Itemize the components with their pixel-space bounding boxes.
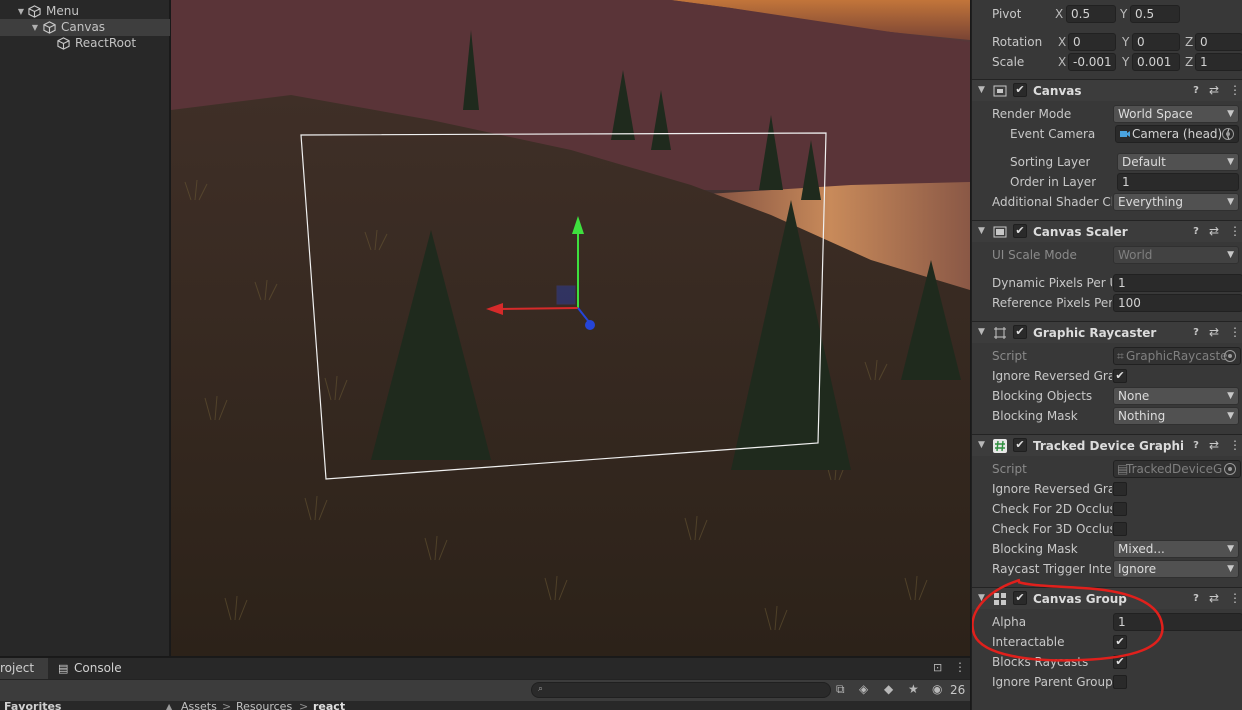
project-search-input[interactable]: ⌕ — [531, 682, 831, 698]
gameobject-cube-icon — [28, 5, 41, 18]
hidden-eye-icon[interactable]: ◉ — [932, 682, 942, 696]
collapse-arrow-icon[interactable]: ▲ — [166, 701, 172, 710]
hierarchy-item-label: ReactRoot — [75, 36, 137, 50]
more-menu-icon[interactable]: ⋮ — [954, 660, 966, 674]
bottom-panel: roject ▤ Console ⊡ ⋮ ⌕ ⧉ ◈ ◆ ★ ◉ 26 Favo… — [0, 657, 970, 710]
tab-console[interactable]: ▤ Console — [52, 658, 132, 679]
tab-project-label: roject — [0, 661, 35, 675]
inspector-panel: Pivot X 0.5 Y 0.5 Rotation X 0 Y 0 Z 0 S… — [971, 0, 1242, 710]
scene-view[interactable] — [171, 0, 970, 656]
hierarchy-panel: ▼ Menu ▼ Canvas ReactRoot — [0, 0, 170, 656]
favorites-label[interactable]: Favorites — [4, 701, 61, 710]
hierarchy-item-menu[interactable]: ▼ Menu — [0, 3, 170, 20]
gameobject-cube-icon — [43, 21, 56, 34]
hierarchy-item-label: Menu — [46, 4, 79, 18]
search-by-type-icon[interactable]: ⧉ — [836, 682, 845, 697]
breadcrumb-resources[interactable]: Resources — [236, 701, 292, 710]
red-annotation-circle — [972, 578, 1164, 662]
breadcrumb-separator: > — [299, 700, 309, 710]
label-tag-icon[interactable]: ◆ — [884, 682, 893, 696]
expand-arrow-icon[interactable]: ▼ — [30, 19, 40, 36]
hierarchy-item-label: Canvas — [61, 20, 106, 34]
tab-project[interactable]: roject — [0, 658, 48, 679]
hidden-count: 26 — [950, 683, 966, 697]
filter-icon[interactable]: ◈ — [859, 682, 868, 696]
breadcrumb-assets[interactable]: Assets — [181, 701, 217, 710]
tab-console-label: Console — [74, 661, 122, 675]
gameobject-cube-icon — [57, 37, 70, 50]
breadcrumb-separator: > — [222, 700, 232, 710]
console-icon: ▤ — [58, 662, 69, 675]
hierarchy-item-canvas[interactable]: ▼ Canvas — [0, 19, 170, 36]
lock-icon[interactable]: ⊡ — [933, 661, 942, 674]
project-toolbar: ⌕ ⧉ ◈ ◆ ★ ◉ 26 — [0, 679, 970, 701]
search-icon: ⌕ — [538, 684, 544, 694]
hierarchy-item-reactroot[interactable]: ReactRoot — [0, 35, 170, 52]
breadcrumb-react[interactable]: react — [313, 701, 345, 710]
scene-landscape — [171, 0, 970, 656]
expand-arrow-icon[interactable]: ▼ — [16, 3, 26, 20]
project-path-bar: Favorites ▲ Assets > Resources > react — [0, 701, 970, 710]
favorite-star-icon[interactable]: ★ — [908, 682, 919, 696]
